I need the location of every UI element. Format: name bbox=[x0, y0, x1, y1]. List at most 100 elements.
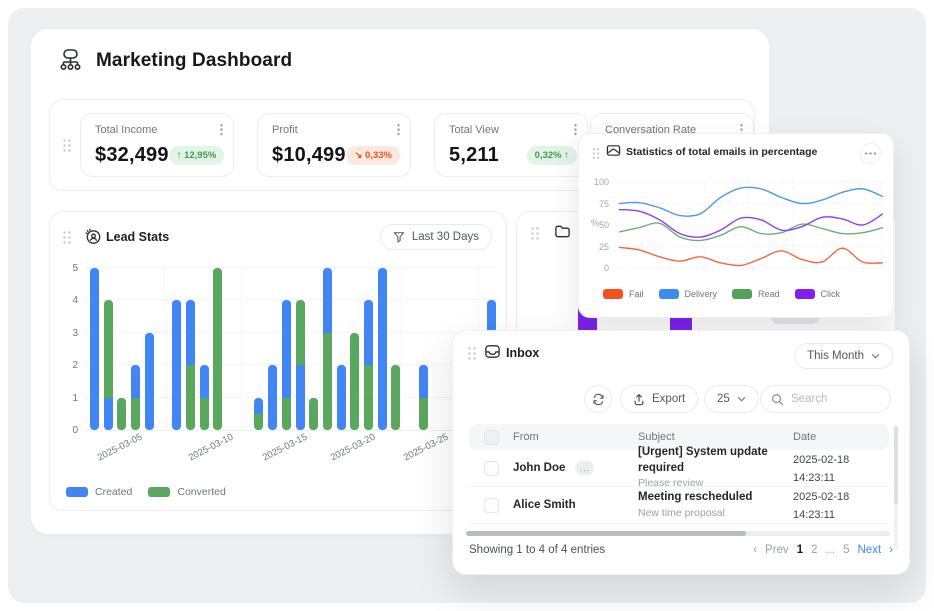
vertical-scrollbar-thumb[interactable] bbox=[894, 426, 898, 504]
kebab-menu-icon[interactable] bbox=[397, 123, 400, 136]
next-chevron-icon[interactable]: › bbox=[889, 544, 893, 556]
drag-handle[interactable] bbox=[530, 226, 540, 241]
legend-item: Click bbox=[795, 289, 841, 299]
legend-swatch bbox=[66, 487, 88, 497]
bar-segment-converted bbox=[254, 414, 263, 430]
page-size-select[interactable]: 25 bbox=[704, 385, 759, 413]
inbox-title: Inbox bbox=[506, 346, 539, 360]
next-page-button[interactable]: Next bbox=[858, 544, 882, 556]
email-preview: New time proposal bbox=[638, 506, 793, 520]
gridline bbox=[86, 299, 496, 300]
page-title: Marketing Dashboard bbox=[96, 50, 292, 72]
page-button-2[interactable]: 2 bbox=[811, 544, 817, 556]
select-all-checkbox[interactable] bbox=[484, 430, 499, 445]
lead-bar bbox=[268, 365, 277, 430]
upload-icon bbox=[633, 393, 645, 406]
date-range-filter-button[interactable]: Last 30 Days bbox=[380, 224, 492, 250]
search-input[interactable] bbox=[791, 393, 881, 405]
table-horizontal-scrollbar[interactable] bbox=[466, 531, 890, 536]
lead-bar bbox=[364, 300, 373, 430]
lead-stats-icon bbox=[84, 227, 102, 245]
sender-name: John Doe bbox=[513, 462, 565, 474]
export-button[interactable]: Export bbox=[620, 385, 698, 413]
drag-handle[interactable] bbox=[62, 230, 72, 245]
x-axis-label: 2025-03-05 bbox=[82, 424, 158, 470]
export-label: Export bbox=[652, 393, 685, 405]
lead-bar bbox=[391, 365, 400, 430]
x-axis-label: 2025-03-10 bbox=[172, 424, 248, 470]
bar-segment-created bbox=[337, 365, 346, 430]
period-select-button[interactable]: This Month bbox=[794, 343, 893, 369]
legend-swatch bbox=[795, 289, 815, 299]
lead-bar bbox=[104, 300, 113, 430]
lead-bar bbox=[172, 300, 181, 430]
lead-bar bbox=[213, 268, 222, 430]
drag-handle[interactable] bbox=[592, 147, 601, 160]
page-button-5[interactable]: 5 bbox=[843, 544, 849, 556]
period-label: This Month bbox=[807, 350, 864, 362]
bar-segment-converted bbox=[104, 300, 113, 397]
page-button-1[interactable]: 1 bbox=[797, 544, 803, 556]
y-axis-tick: 2 bbox=[56, 360, 78, 371]
lead-bar bbox=[282, 300, 291, 430]
prev-chevron-icon[interactable]: ‹ bbox=[753, 544, 757, 556]
bar-segment-created bbox=[131, 365, 140, 397]
date-range-label: Last 30 Days bbox=[412, 231, 479, 243]
bar-segment-converted bbox=[391, 365, 400, 430]
inbox-toolbar: Export 25 bbox=[453, 385, 909, 413]
inbox-table: From Subject Date John Doe...[Urgent] Sy… bbox=[469, 424, 889, 524]
gridline bbox=[241, 268, 242, 430]
prev-page-button[interactable]: Prev bbox=[765, 544, 789, 556]
lead-stats-chart: 0123452025-03-052025-03-102025-03-152025… bbox=[86, 268, 496, 430]
chevron-down-icon bbox=[871, 353, 880, 359]
bar-segment-converted bbox=[419, 398, 428, 430]
trend-badge: 0,32% ↑ bbox=[527, 146, 577, 165]
pagination: ‹ Prev 12...5 Next › bbox=[753, 544, 893, 556]
email-date: 2025-02-18 14:23:11 bbox=[793, 454, 849, 484]
lead-bar bbox=[419, 365, 428, 430]
legend-item: Converted bbox=[148, 486, 225, 498]
horizontal-scrollbar-thumb[interactable] bbox=[466, 531, 746, 536]
row-checkbox[interactable] bbox=[484, 461, 499, 476]
y-axis-tick: 50 bbox=[585, 220, 609, 230]
kebab-menu-icon[interactable] bbox=[220, 123, 223, 136]
legend-swatch bbox=[148, 487, 170, 497]
table-vertical-scrollbar[interactable] bbox=[894, 426, 898, 550]
gridline bbox=[86, 267, 496, 268]
email-stats-title: Statistics of total emails in percentage bbox=[626, 146, 817, 158]
app-header: Marketing Dashboard bbox=[57, 47, 292, 74]
more-options-button[interactable] bbox=[860, 143, 881, 164]
stat-card-profit: Profit $10,499↘ 0,33% bbox=[257, 113, 411, 177]
y-axis-tick: 0 bbox=[56, 425, 78, 436]
lead-bar bbox=[337, 365, 346, 430]
email-chart-legend: FailDeliveryReadClick bbox=[603, 289, 840, 299]
lead-chart-legend: CreatedConverted bbox=[66, 486, 226, 498]
stat-value: $32,499 bbox=[95, 144, 169, 167]
bar-segment-converted bbox=[213, 268, 222, 430]
folder-icon bbox=[554, 223, 571, 240]
lead-bar bbox=[90, 268, 99, 430]
row-checkbox[interactable] bbox=[484, 498, 499, 513]
lead-stats-card: Lead Stats Last 30 Days 0123452025-03-05… bbox=[49, 211, 507, 511]
drag-handle[interactable] bbox=[467, 346, 477, 361]
drag-handle[interactable] bbox=[62, 138, 72, 153]
legend-label: Delivery bbox=[685, 289, 718, 299]
dashboard-page: Marketing Dashboard Total Income $32,499… bbox=[0, 0, 934, 611]
funnel-icon bbox=[393, 231, 405, 243]
legend-label: Click bbox=[821, 289, 841, 299]
row-actions-button[interactable]: ... bbox=[575, 461, 594, 475]
y-axis-tick: 0 bbox=[585, 263, 609, 273]
bar-segment-converted bbox=[117, 398, 126, 430]
table-row[interactable]: John Doe...[Urgent] System update requir… bbox=[469, 450, 889, 487]
bar-segment-converted bbox=[296, 300, 305, 365]
envelope-icon bbox=[606, 143, 621, 158]
email-preview: Please review bbox=[638, 476, 793, 490]
column-header-subject: Subject bbox=[638, 431, 793, 443]
kebab-menu-icon[interactable] bbox=[574, 123, 577, 136]
table-row[interactable]: Alice SmithMeeting rescheduledNew time p… bbox=[469, 487, 889, 524]
legend-label: Fail bbox=[629, 289, 644, 299]
lead-bar bbox=[131, 365, 140, 430]
bar-segment-converted bbox=[350, 333, 359, 430]
refresh-button[interactable] bbox=[584, 385, 612, 413]
bar-segment-converted bbox=[323, 333, 332, 430]
